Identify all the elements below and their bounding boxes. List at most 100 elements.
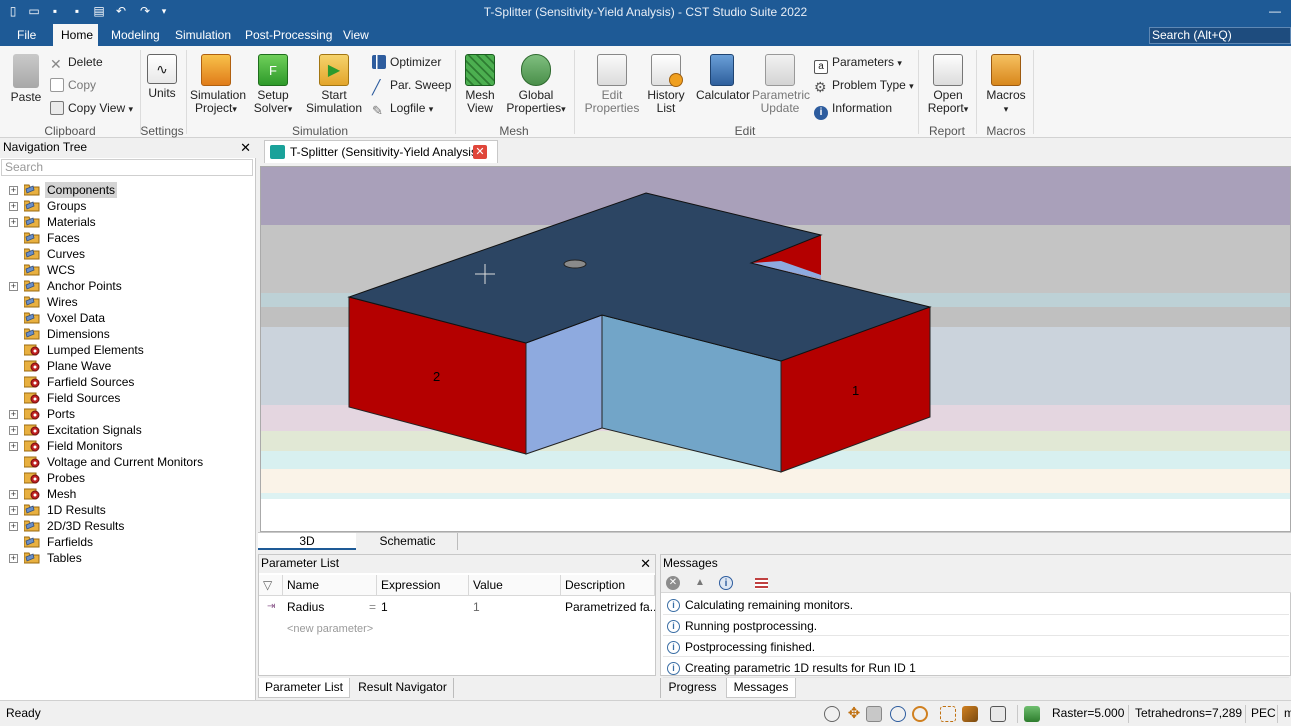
optimizer-button[interactable]: Optimizer [372, 53, 441, 71]
mesh-view-button[interactable]: Mesh View [462, 54, 498, 115]
expand-icon[interactable]: + [9, 202, 18, 211]
tree-item[interactable]: + Field Monitors [0, 438, 254, 454]
edit-properties-button[interactable]: Edit Properties [584, 54, 640, 115]
tree-item[interactable]: + Anchor Points [0, 278, 254, 294]
parametric-update-button[interactable]: Parametric Update [752, 54, 810, 115]
tab-progress[interactable]: Progress [660, 678, 724, 698]
message-row[interactable]: i Creating parametric 1D results for Run … [663, 658, 1289, 678]
simulation-project-button[interactable]: Simulation Project▾ [190, 54, 246, 116]
parameter-description[interactable]: Parametrized fa... [561, 597, 655, 617]
mesh-status-icon[interactable] [1024, 706, 1040, 722]
tree-item[interactable]: + Tables [0, 550, 254, 566]
expand-icon[interactable]: + [9, 554, 18, 563]
column-header-expression[interactable]: Expression [377, 575, 469, 596]
message-row[interactable]: i Running postprocessing. [663, 616, 1289, 636]
tree-item[interactable]: Voltage and Current Monitors [0, 454, 254, 470]
tree-item[interactable]: + Ports [0, 406, 254, 422]
global-properties-button[interactable]: Global Properties▾ [505, 54, 567, 116]
close-icon[interactable]: ✕ [240, 139, 251, 157]
tree-item[interactable]: Probes [0, 470, 254, 486]
tab-messages[interactable]: Messages [726, 678, 796, 698]
zoom-icon[interactable] [824, 706, 840, 722]
expand-icon[interactable]: + [9, 442, 18, 451]
history-list-button[interactable]: History List [645, 54, 687, 115]
expand-icon[interactable]: + [9, 410, 18, 419]
view-cube-icon[interactable] [990, 706, 1006, 722]
expand-icon[interactable]: + [9, 186, 18, 195]
document-tab[interactable]: T-Splitter (Sensitivity-Yield Analysis)*… [264, 140, 498, 163]
tree-item[interactable]: Plane Wave [0, 358, 254, 374]
tab-schematic[interactable]: Schematic [358, 533, 458, 550]
fit-view-icon[interactable] [940, 706, 956, 722]
rotate-view-icon[interactable] [866, 706, 882, 722]
menu-file[interactable]: File [9, 24, 44, 46]
tree-item[interactable]: Curves [0, 246, 254, 262]
expand-icon[interactable]: + [9, 218, 18, 227]
paste-button[interactable]: Paste [6, 54, 46, 104]
open-report-button[interactable]: Open Report▾ [924, 54, 972, 116]
units-button[interactable]: ∿ Units [144, 54, 180, 100]
new-parameter-row[interactable]: <new parameter> [287, 623, 373, 635]
parameter-expression[interactable]: 1 [377, 597, 467, 617]
close-icon[interactable]: ✕ [640, 555, 651, 572]
information-button[interactable]: i Information [814, 99, 892, 120]
tree-item[interactable]: Field Sources [0, 390, 254, 406]
expand-icon[interactable]: + [9, 490, 18, 499]
zoom-in-icon[interactable] [890, 706, 906, 722]
menu-home[interactable]: Home [53, 24, 98, 46]
tab-3d[interactable]: 3D [258, 533, 356, 550]
tree-item[interactable]: Voxel Data [0, 310, 254, 326]
column-header-value[interactable]: Value [469, 575, 561, 596]
tree-item[interactable]: +2D/3D Results [0, 518, 254, 534]
cut-plane-icon[interactable] [962, 706, 978, 722]
error-filter-icon[interactable]: ✕ [666, 576, 680, 590]
setup-solver-button[interactable]: F Setup Solver▾ [250, 54, 296, 116]
menu-view[interactable]: View [335, 24, 377, 46]
menu-modeling[interactable]: Modeling [103, 24, 168, 46]
tree-search-input[interactable]: Search [1, 159, 253, 176]
info-filter-icon[interactable]: i [719, 576, 733, 590]
column-header-name[interactable]: Name [283, 575, 377, 596]
calculator-button[interactable]: Calculator [696, 54, 750, 102]
parameter-name[interactable]: Radius [283, 597, 363, 617]
search-input[interactable]: Search (Alt+Q) [1149, 27, 1291, 44]
start-simulation-button[interactable]: ▶ Start Simulation [304, 54, 364, 115]
warning-filter-icon[interactable]: ▲ [693, 576, 707, 590]
menu-simulation[interactable]: Simulation [167, 24, 239, 46]
expand-icon[interactable]: + [9, 522, 18, 531]
close-tab-icon[interactable]: ✕ [473, 145, 487, 159]
problem-type-button[interactable]: ⚙ Problem Type ▾ [814, 76, 914, 94]
tree-item[interactable]: Faces [0, 230, 254, 246]
model-view[interactable]: 2 1 [261, 167, 1291, 532]
clear-messages-icon[interactable] [755, 578, 768, 589]
filter-icon[interactable]: ▽ [259, 575, 283, 596]
tree-item[interactable]: + Excitation Signals [0, 422, 254, 438]
menu-post-processing[interactable]: Post-Processing [237, 24, 340, 46]
tree-item[interactable]: + Materials [0, 214, 254, 230]
spin-icon[interactable] [912, 706, 928, 722]
expand-icon[interactable]: + [9, 506, 18, 515]
tab-parameter-list[interactable]: Parameter List [258, 678, 350, 698]
minimize-icon[interactable]: — [1269, 4, 1281, 18]
tree-item[interactable]: + Mesh [0, 486, 254, 502]
tree-item[interactable]: + Components [0, 182, 254, 198]
3d-viewport[interactable]: 2 1 [260, 166, 1291, 532]
tree-item[interactable]: Farfields [0, 534, 254, 550]
tree-item[interactable]: WCS [0, 262, 254, 278]
tree-item[interactable]: +1D Results [0, 502, 254, 518]
par-sweep-button[interactable]: ╱ Par. Sweep [372, 76, 451, 94]
tab-result-navigator[interactable]: Result Navigator [352, 678, 454, 698]
message-row[interactable]: i Calculating remaining monitors. [663, 595, 1289, 615]
delete-button[interactable]: ✕ Delete [50, 53, 103, 71]
tree-item[interactable]: Farfield Sources [0, 374, 254, 390]
expand-icon[interactable]: + [9, 426, 18, 435]
copy-view-button[interactable]: Copy View ▾ [50, 99, 133, 117]
tree-item[interactable]: Dimensions [0, 326, 254, 342]
macros-button[interactable]: Macros ▾ [984, 54, 1028, 116]
pan-icon[interactable]: ✥ [846, 706, 862, 722]
parameters-button[interactable]: a Parameters ▾ [814, 53, 902, 74]
hole-feature[interactable] [563, 259, 587, 269]
tree-item[interactable]: Lumped Elements [0, 342, 254, 358]
logfile-button[interactable]: ✎ Logfile ▾ [372, 99, 433, 118]
tree-item[interactable]: Wires [0, 294, 254, 310]
